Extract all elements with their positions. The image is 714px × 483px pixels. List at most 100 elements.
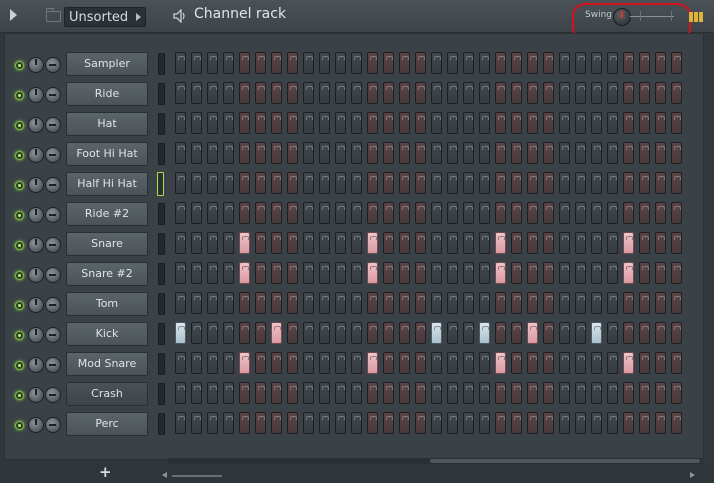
- scrollbar-thumb[interactable]: [430, 459, 700, 463]
- step-button[interactable]: [463, 202, 474, 224]
- channel-mute-led[interactable]: [15, 121, 24, 130]
- step-button[interactable]: [335, 82, 346, 104]
- step-button[interactable]: [543, 172, 554, 194]
- channel-volume-knob[interactable]: [28, 357, 44, 373]
- step-button[interactable]: [399, 172, 410, 194]
- channel-pan-knob[interactable]: [45, 147, 61, 163]
- step-button[interactable]: [367, 412, 378, 434]
- step-button[interactable]: [655, 292, 666, 314]
- step-button[interactable]: [495, 82, 506, 104]
- step-button[interactable]: [383, 262, 394, 284]
- step-button[interactable]: [607, 292, 618, 314]
- channel-select-indicator[interactable]: [157, 172, 164, 196]
- step-button[interactable]: [175, 82, 186, 104]
- step-button[interactable]: [527, 412, 538, 434]
- step-button[interactable]: [175, 412, 186, 434]
- step-button[interactable]: [399, 352, 410, 374]
- step-button[interactable]: [367, 232, 378, 254]
- step-button[interactable]: [559, 202, 570, 224]
- step-button[interactable]: [639, 262, 650, 284]
- step-button[interactable]: [527, 322, 538, 344]
- step-button[interactable]: [191, 292, 202, 314]
- step-button[interactable]: [655, 82, 666, 104]
- step-button[interactable]: [175, 202, 186, 224]
- step-button[interactable]: [511, 172, 522, 194]
- step-button[interactable]: [607, 232, 618, 254]
- channel-name-button[interactable]: Perc: [66, 412, 148, 436]
- step-button[interactable]: [447, 412, 458, 434]
- step-button[interactable]: [351, 142, 362, 164]
- step-button[interactable]: [239, 202, 250, 224]
- channel-name-button[interactable]: Snare: [66, 232, 148, 256]
- step-button[interactable]: [591, 202, 602, 224]
- step-button[interactable]: [463, 142, 474, 164]
- step-button[interactable]: [367, 82, 378, 104]
- step-button[interactable]: [191, 412, 202, 434]
- step-button[interactable]: [335, 382, 346, 404]
- step-button[interactable]: [559, 82, 570, 104]
- step-button[interactable]: [271, 262, 282, 284]
- step-button[interactable]: [463, 112, 474, 134]
- step-button[interactable]: [447, 202, 458, 224]
- step-button[interactable]: [223, 52, 234, 74]
- step-button[interactable]: [191, 112, 202, 134]
- step-button[interactable]: [399, 52, 410, 74]
- step-button[interactable]: [591, 142, 602, 164]
- step-button[interactable]: [399, 382, 410, 404]
- step-button[interactable]: [191, 352, 202, 374]
- step-button[interactable]: [543, 412, 554, 434]
- scroll-right-arrow-icon[interactable]: [690, 472, 695, 478]
- step-button[interactable]: [223, 412, 234, 434]
- step-button[interactable]: [255, 142, 266, 164]
- channel-name-button[interactable]: Ride: [66, 82, 148, 106]
- step-button[interactable]: [591, 52, 602, 74]
- step-button[interactable]: [655, 382, 666, 404]
- step-button[interactable]: [511, 142, 522, 164]
- step-button[interactable]: [175, 232, 186, 254]
- step-button[interactable]: [399, 262, 410, 284]
- step-button[interactable]: [559, 292, 570, 314]
- step-button[interactable]: [271, 172, 282, 194]
- add-channel-button[interactable]: +: [99, 463, 112, 481]
- step-button[interactable]: [287, 112, 298, 134]
- step-button[interactable]: [207, 82, 218, 104]
- step-button[interactable]: [207, 142, 218, 164]
- step-button[interactable]: [191, 142, 202, 164]
- step-button[interactable]: [543, 52, 554, 74]
- step-button[interactable]: [415, 172, 426, 194]
- step-button[interactable]: [463, 352, 474, 374]
- step-button[interactable]: [511, 322, 522, 344]
- step-button[interactable]: [255, 292, 266, 314]
- step-button[interactable]: [207, 52, 218, 74]
- step-button[interactable]: [303, 352, 314, 374]
- step-button[interactable]: [351, 352, 362, 374]
- step-button[interactable]: [495, 172, 506, 194]
- step-button[interactable]: [511, 292, 522, 314]
- step-button[interactable]: [207, 382, 218, 404]
- step-button[interactable]: [671, 172, 682, 194]
- step-button[interactable]: [591, 232, 602, 254]
- step-button[interactable]: [303, 172, 314, 194]
- step-button[interactable]: [223, 322, 234, 344]
- step-button[interactable]: [415, 232, 426, 254]
- step-button[interactable]: [623, 352, 634, 374]
- step-button[interactable]: [431, 262, 442, 284]
- step-button[interactable]: [255, 82, 266, 104]
- step-button[interactable]: [559, 262, 570, 284]
- step-button[interactable]: [607, 412, 618, 434]
- step-button[interactable]: [431, 352, 442, 374]
- step-button[interactable]: [463, 412, 474, 434]
- channel-volume-knob[interactable]: [28, 387, 44, 403]
- step-button[interactable]: [383, 232, 394, 254]
- step-button[interactable]: [175, 262, 186, 284]
- step-button[interactable]: [239, 292, 250, 314]
- step-button[interactable]: [639, 142, 650, 164]
- step-button[interactable]: [415, 112, 426, 134]
- step-button[interactable]: [479, 352, 490, 374]
- channel-name-button[interactable]: Ride #2: [66, 202, 148, 226]
- step-button[interactable]: [447, 82, 458, 104]
- step-button[interactable]: [623, 112, 634, 134]
- step-button[interactable]: [399, 112, 410, 134]
- step-button[interactable]: [287, 352, 298, 374]
- step-sequencer-menu-icon[interactable]: [689, 12, 703, 22]
